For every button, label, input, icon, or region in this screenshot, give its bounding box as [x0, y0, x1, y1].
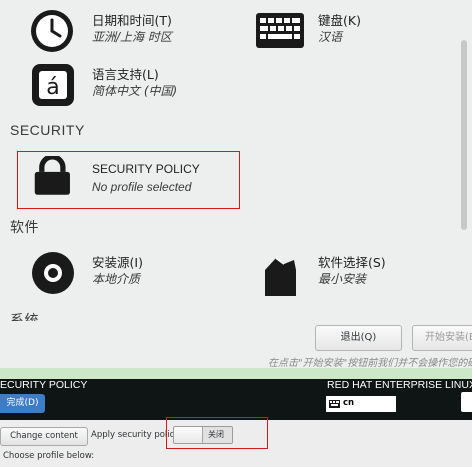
quit-button[interactable]: 退出(Q): [315, 325, 402, 351]
section-system: 系统: [10, 312, 39, 321]
software-selection-title: 软件选择(S): [318, 255, 386, 270]
install-source-subtitle: 本地介质: [92, 272, 141, 286]
language-subtitle: 简体中文 (中国): [92, 84, 178, 98]
spoke-language[interactable]: á 语言支持(L) 简体中文 (中国): [30, 62, 230, 112]
section-software: 软件: [10, 219, 39, 235]
clock-icon: [31, 10, 73, 52]
language-title: 语言支持(L): [92, 67, 159, 82]
datetime-subtitle: 亚洲/上海 时区: [92, 30, 172, 44]
dialog-body: Change content Apply security policy: 关闭…: [0, 417, 472, 467]
status-strip: [0, 368, 472, 379]
choose-profile-label: Choose profile below:: [3, 451, 95, 461]
spoke-keyboard[interactable]: 键盘(K) 汉语: [256, 8, 456, 58]
software-selection-subtitle: 最小安装: [318, 272, 367, 286]
keyboard-title: 键盘(K): [318, 13, 361, 28]
product-name: RED HAT ENTERPRISE LINUX 7.: [327, 379, 472, 391]
keyboard-layout-label: cn: [343, 398, 355, 408]
section-security: SECURITY: [10, 122, 85, 138]
done-button[interactable]: 完成(D): [0, 394, 45, 413]
keyboard-layout-indicator[interactable]: cn: [326, 396, 396, 412]
install-source-title: 安装源(I): [92, 255, 143, 270]
datetime-title: 日期和时间(T): [92, 13, 172, 28]
keyboard-icon: [256, 13, 304, 48]
change-content-button[interactable]: Change content: [0, 427, 88, 446]
language-icon: á: [32, 64, 74, 106]
svg-text:á: á: [46, 75, 59, 100]
disk-note: 在点击"开始安装"按钮前我们并不会操作您的磁盘。: [268, 358, 472, 368]
dialog-header: ECURITY POLICY 完成(D) RED HAT ENTERPRISE …: [0, 379, 472, 420]
installation-summary: 日期和时间(T) 亚洲/上海 时区 键盘(K) 汉语 á 语言支持(L) 简体中…: [0, 0, 472, 368]
begin-installation-button[interactable]: 开始安装(B): [412, 325, 472, 351]
dialog-title: ECURITY POLICY: [0, 379, 88, 391]
scrollbar[interactable]: [461, 40, 467, 230]
spoke-install-source[interactable]: 安装源(I) 本地介质: [30, 250, 230, 300]
keyboard-small-icon: [329, 400, 340, 408]
keyboard-subtitle: 汉语: [318, 30, 343, 44]
security-policy-highlight: [17, 151, 240, 209]
spoke-datetime[interactable]: 日期和时间(T) 亚洲/上海 时区: [30, 8, 230, 58]
disc-icon: [32, 252, 74, 294]
help-button[interactable]: [461, 392, 472, 412]
spoke-software-selection[interactable]: 软件选择(S) 最小安装: [262, 250, 462, 300]
package-icon: [265, 257, 296, 296]
toggle-highlight: [166, 417, 268, 449]
